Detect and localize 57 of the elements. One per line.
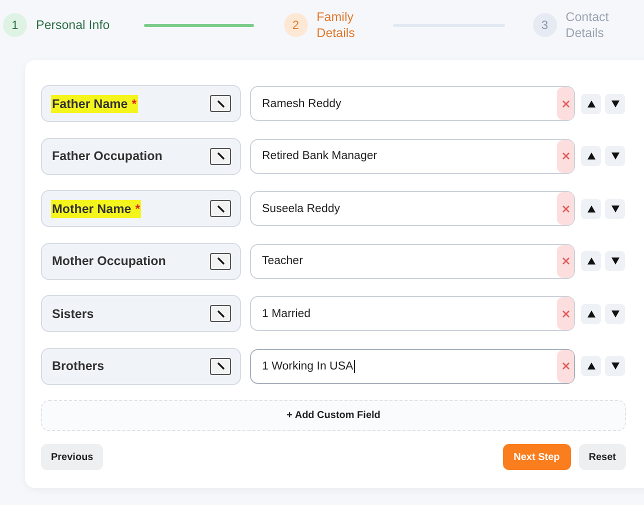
edit-icon[interactable]: [210, 95, 231, 112]
input-field[interactable]: 1 Married: [250, 296, 575, 331]
field-label: Father Name *: [51, 94, 138, 112]
reset-button[interactable]: Reset: [578, 444, 626, 470]
close-icon[interactable]: [557, 244, 574, 278]
previous-button[interactable]: Previous: [41, 444, 104, 470]
field-label: Mother Occupation: [51, 253, 167, 270]
input-field[interactable]: 1 Working In USA: [250, 348, 575, 384]
move-down-button[interactable]: [605, 356, 625, 376]
step-number: 2: [284, 13, 308, 37]
triangle-up-icon: [586, 152, 596, 160]
close-icon[interactable]: [557, 192, 574, 225]
close-icon[interactable]: [557, 297, 574, 330]
field-label: Sisters: [51, 306, 95, 322]
move-up-button[interactable]: [581, 356, 601, 376]
triangle-down-icon: [610, 362, 620, 370]
field-label: Father Occupation: [51, 148, 164, 165]
edit-icon[interactable]: [210, 148, 231, 164]
edit-icon[interactable]: [210, 200, 231, 217]
step-number: 1: [3, 13, 27, 37]
triangle-down-icon: [610, 152, 620, 160]
step-label: Personal Info: [36, 18, 110, 32]
move-up-button[interactable]: [581, 198, 601, 218]
edit-icon[interactable]: [210, 358, 231, 374]
triangle-up-icon: [586, 362, 596, 370]
move-down-button[interactable]: [605, 146, 625, 166]
input-field[interactable]: Suseela Reddy: [250, 191, 575, 226]
triangle-up-icon: [586, 257, 596, 265]
move-down-button[interactable]: [605, 251, 625, 271]
close-icon[interactable]: [557, 140, 574, 172]
move-up-button[interactable]: [581, 251, 601, 271]
triangle-up-icon: [586, 310, 596, 318]
triangle-down-icon: [610, 204, 620, 212]
step-label: Family Details: [316, 9, 356, 41]
move-down-button[interactable]: [605, 304, 625, 324]
triangle-down-icon: [610, 257, 620, 265]
move-up-button[interactable]: [581, 146, 601, 166]
input-field[interactable]: Retired Bank Manager: [250, 138, 575, 174]
add-custom-field-button[interactable]: + Add Custom Field: [41, 400, 626, 431]
field-label: Brothers: [51, 358, 106, 375]
input-field[interactable]: Ramesh Reddy: [250, 86, 575, 121]
edit-icon[interactable]: [210, 305, 231, 322]
close-icon[interactable]: [557, 350, 574, 382]
step-label: Contact Details: [566, 9, 610, 41]
move-down-button[interactable]: [605, 94, 625, 114]
field-label: Mother Name *: [51, 200, 142, 218]
input-field[interactable]: Teacher: [250, 244, 575, 278]
move-up-button[interactable]: [581, 94, 601, 114]
move-up-button[interactable]: [581, 304, 601, 324]
triangle-up-icon: [586, 204, 596, 212]
triangle-down-icon: [610, 100, 620, 108]
move-down-button[interactable]: [605, 198, 625, 218]
triangle-up-icon: [586, 100, 596, 108]
edit-icon[interactable]: [210, 252, 231, 270]
triangle-down-icon: [610, 310, 620, 318]
step-number: 3: [532, 13, 557, 37]
close-icon[interactable]: [557, 87, 574, 120]
